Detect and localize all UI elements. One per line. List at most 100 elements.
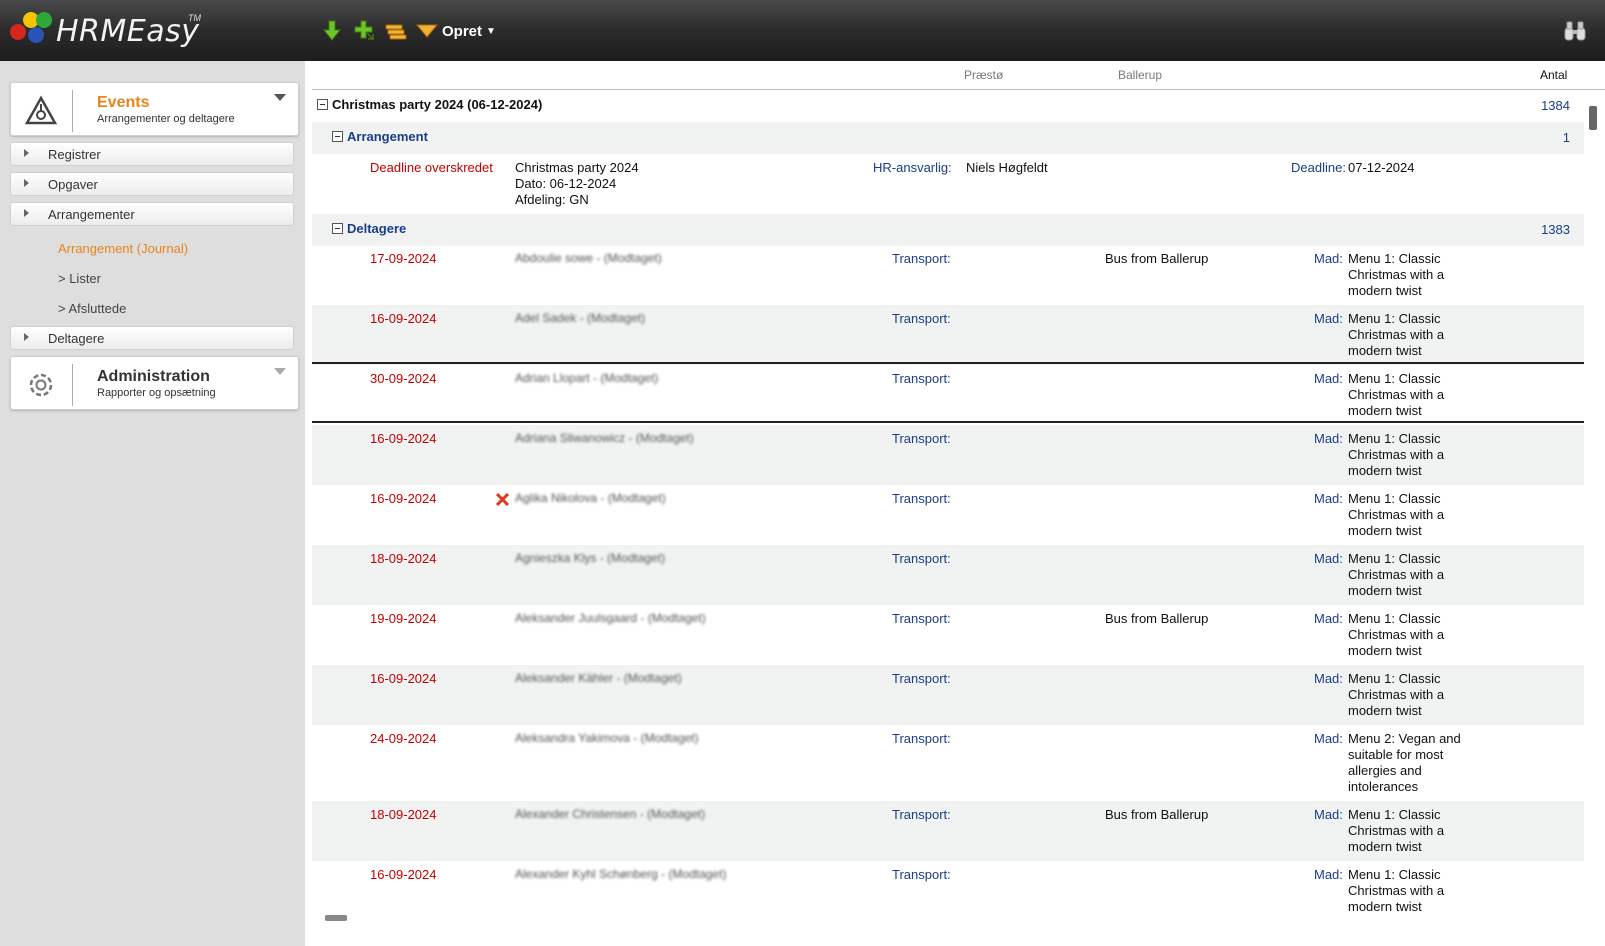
events-subtitle: Arrangementer og deltagere xyxy=(97,113,235,125)
participant-row[interactable]: 16-09-2024 Adel Sadek - (Modtaget) Transpo… xyxy=(312,305,1584,365)
transport-label: Transport: xyxy=(892,867,951,882)
mad-label: Mad: xyxy=(1314,731,1343,746)
subnav-lister[interactable]: > Lister xyxy=(58,271,101,286)
participant-name[interactable]: Aglika Nikolova - (Modtaget) xyxy=(515,491,666,505)
deadline-value: 07-12-2024 xyxy=(1348,160,1415,175)
add-move-icon[interactable] xyxy=(352,19,376,43)
horizontal-scrollbar[interactable] xyxy=(325,915,347,921)
transport-label: Transport: xyxy=(892,731,951,746)
deltagere-title: Deltagere xyxy=(347,221,407,236)
participant-row[interactable]: 24-09-2024 Aleksandra Yakimova - (Modtage… xyxy=(312,725,1584,801)
logo-dot-blue xyxy=(28,27,44,43)
selection-border-top xyxy=(312,362,1584,364)
mad-value: Menu 1: Classic Christmas with a modern … xyxy=(1348,251,1445,298)
subnav-arrangement-journal[interactable]: Arrangement (Journal) xyxy=(58,241,188,256)
participant-row[interactable]: 17-09-2024 Abdoulie sowe - (Modtaget) Tran… xyxy=(312,245,1584,305)
participant-name[interactable]: Aleksander Juulsgaard - (Modtaget) xyxy=(515,611,706,625)
hrmeasy-logo[interactable]: HRMEasy TM xyxy=(10,10,210,54)
events-panel[interactable]: Events Arrangementer og deltagere xyxy=(10,82,299,136)
mad-label: Mad: xyxy=(1314,551,1343,566)
subnav-afsluttede[interactable]: > Afsluttede xyxy=(58,301,126,316)
deadline-label: Deadline: xyxy=(1291,160,1346,175)
participant-name[interactable]: Aleksander Kähler - (Modtaget) xyxy=(515,671,682,685)
mad-label: Mad: xyxy=(1314,867,1343,882)
registration-date: 16-09-2024 xyxy=(370,491,437,506)
deadline-status: Deadline overskredet xyxy=(370,160,493,175)
participant-name[interactable]: Alexander Kyhl Schønberg - (Modtaget) xyxy=(515,867,726,881)
arrangement-info: Christmas party 2024 Dato: 06-12-2024 Af… xyxy=(515,160,639,208)
collapse-icon[interactable] xyxy=(332,131,343,142)
nav-deltagere[interactable]: Deltagere xyxy=(10,326,294,350)
chevron-down-icon[interactable] xyxy=(274,368,286,375)
nav-registrer[interactable]: Registrer xyxy=(10,142,294,166)
event-count: 1384 xyxy=(1541,98,1570,113)
logo-dot-green xyxy=(36,12,52,28)
mad-label: Mad: xyxy=(1314,807,1343,822)
hr-label: HR-ansvarlig: xyxy=(873,160,952,175)
mad-label: Mad: xyxy=(1314,431,1343,446)
column-praesto[interactable]: Præstø xyxy=(964,68,1003,82)
close-x-icon[interactable] xyxy=(495,492,510,507)
participant-row[interactable]: 16-09-2024 Aglika Nikolova - (Modtaget) Tr… xyxy=(312,485,1584,545)
participant-row[interactable]: 18-09-2024 Alexander Christensen - (Modta… xyxy=(312,801,1584,861)
arrangement-name: Christmas party 2024 xyxy=(515,160,639,175)
collapse-icon[interactable] xyxy=(317,99,328,110)
participant-row[interactable]: 16-09-2024 Alexander Kyhl Schønberg - (Mo… xyxy=(312,861,1584,921)
registration-date: 17-09-2024 xyxy=(370,251,437,266)
participant-name[interactable]: Aleksandra Yakimova - (Modtaget) xyxy=(515,731,699,745)
events-title: Events xyxy=(97,94,150,111)
registration-date: 16-09-2024 xyxy=(370,431,437,446)
event-group-row[interactable]: Christmas party 2024 (06-12-2024) 1384 xyxy=(312,90,1584,122)
participant-name[interactable]: Alexander Christensen - (Modtaget) xyxy=(515,807,705,821)
column-ballerup[interactable]: Ballerup xyxy=(1118,68,1162,82)
participant-name[interactable]: Abdoulie sowe - (Modtaget) xyxy=(515,251,662,265)
nav-arrangementer[interactable]: Arrangementer xyxy=(10,202,294,226)
participant-name[interactable]: Agnieszka Klys - (Modtaget) xyxy=(515,551,665,565)
collapse-icon[interactable] xyxy=(332,223,343,234)
chevron-down-icon[interactable] xyxy=(274,94,286,101)
mad-value: Menu 1: Classic Christmas with a modern … xyxy=(1348,311,1445,358)
deltagere-group-row[interactable]: Deltagere 1383 xyxy=(312,214,1584,246)
arrangement-title: Arrangement xyxy=(347,129,428,144)
participant-name[interactable]: Adrian Llopart - (Modtaget) xyxy=(515,371,658,385)
registration-date: 30-09-2024 xyxy=(370,371,437,386)
mad-label: Mad: xyxy=(1314,311,1343,326)
registration-date: 18-09-2024 xyxy=(370,551,437,566)
participant-row[interactable]: 18-09-2024 Agnieszka Klys - (Modtaget) Tra… xyxy=(312,545,1584,605)
deltagere-count: 1383 xyxy=(1541,222,1570,237)
transport-value: Bus from Ballerup xyxy=(1105,251,1209,266)
opret-label: Opret xyxy=(442,22,483,40)
mad-value: Menu 1: Classic Christmas with a modern … xyxy=(1348,371,1445,418)
opret-dropdown-button[interactable]: Opret ▼ xyxy=(416,23,496,40)
administration-panel[interactable]: Administration Rapporter og opsætning xyxy=(10,356,299,410)
arrangement-group-row[interactable]: Arrangement 1 xyxy=(312,122,1584,154)
vertical-scrollbar[interactable] xyxy=(1589,106,1597,130)
mad-value: Menu 1: Classic Christmas with a modern … xyxy=(1348,611,1445,658)
transport-value: Bus from Ballerup xyxy=(1105,611,1209,626)
event-title: Christmas party 2024 (06-12-2024) xyxy=(332,97,543,112)
mad-value: Menu 2: Vegan and suitable for most alle… xyxy=(1348,731,1461,794)
hr-value: Niels Høgfeldt xyxy=(966,160,1048,175)
transport-value: Bus from Ballerup xyxy=(1105,807,1209,822)
mad-value: Menu 1: Classic Christmas with a modern … xyxy=(1348,867,1445,914)
participant-row[interactable]: 30-09-2024 Adrian Llopart - (Modtaget) Tra… xyxy=(312,365,1584,425)
participant-row[interactable]: 16-09-2024 Aleksander Kähler - (Modtaget)… xyxy=(312,665,1584,725)
journal-list: Præstø Ballerup Antal Christmas party 20… xyxy=(312,61,1605,946)
transport-label: Transport: xyxy=(892,491,951,506)
toolbar: Opret ▼ xyxy=(320,18,496,44)
mad-value: Menu 1: Classic Christmas with a modern … xyxy=(1348,431,1445,478)
participant-name[interactable]: Adriana Sliwanowicz - (Modtaget) xyxy=(515,431,694,445)
nav-opgaver[interactable]: Opgaver xyxy=(10,172,294,196)
list-stack-icon[interactable] xyxy=(384,19,408,43)
participant-name[interactable]: Adel Sadek - (Modtaget) xyxy=(515,311,645,325)
participant-row[interactable]: 19-09-2024 Aleksander Juulsgaard - (Modta… xyxy=(312,605,1584,665)
download-arrow-icon[interactable] xyxy=(320,19,344,43)
column-antal[interactable]: Antal xyxy=(1540,68,1567,82)
binoculars-search-icon[interactable] xyxy=(1563,20,1587,42)
logo-dot-red xyxy=(10,24,26,40)
arrangement-record[interactable]: Deadline overskredet Christmas party 202… xyxy=(312,154,1584,213)
mad-label: Mad: xyxy=(1314,491,1343,506)
participant-row[interactable]: 16-09-2024 Adriana Sliwanowicz - (Modtage… xyxy=(312,425,1584,485)
registration-date: 24-09-2024 xyxy=(370,731,437,746)
transport-label: Transport: xyxy=(892,807,951,822)
